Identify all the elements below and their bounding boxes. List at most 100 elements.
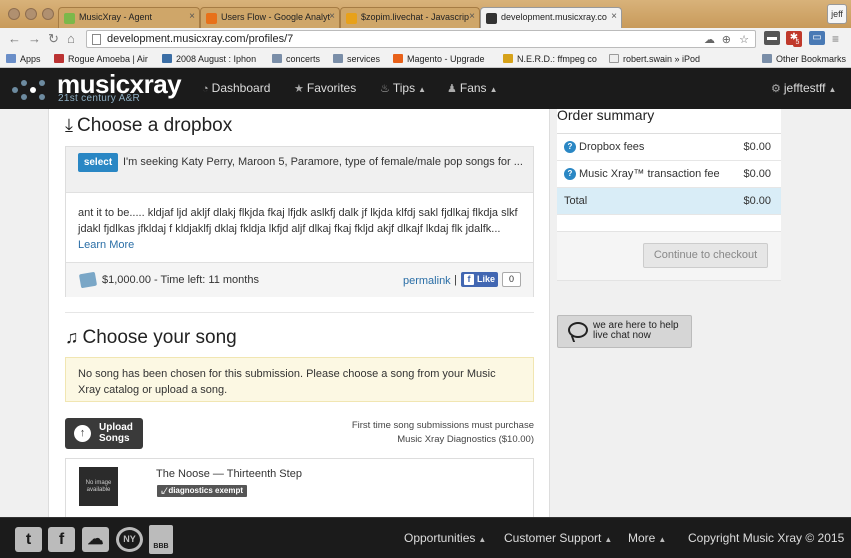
tab-label: development.musicxray.co bbox=[501, 12, 607, 22]
bookmark-item[interactable]: robert.swain » iPod bbox=[609, 53, 700, 65]
tab-label: MusicXray - Agent bbox=[79, 12, 153, 22]
browser-tab[interactable]: Users Flow - Google Analyt × bbox=[200, 7, 340, 28]
apps-grid-icon bbox=[6, 54, 16, 63]
dropbox-footer: $1,000.00 - Time left: 11 months permali… bbox=[66, 262, 533, 297]
gear-icon: ⚙ bbox=[771, 83, 781, 95]
folder-icon bbox=[272, 54, 282, 63]
reload-icon[interactable]: ↻ bbox=[48, 31, 59, 47]
bbb-badge-icon[interactable]: BBB bbox=[149, 525, 173, 554]
minimize-window-icon[interactable] bbox=[25, 8, 37, 20]
bookmarks-bar: Apps Rogue Amoeba | Air 2008 August : Ip… bbox=[0, 50, 851, 68]
nav-dashboard[interactable]: ◔ Dashboard bbox=[202, 81, 270, 95]
nerd-icon bbox=[503, 54, 513, 63]
browser-tab[interactable]: $zopim.livechat - Javascrip × bbox=[340, 7, 480, 28]
twitter-icon[interactable]: t bbox=[15, 527, 42, 552]
address-bar[interactable]: development.musicxray.com/profiles/7 ☁ ⊕… bbox=[86, 30, 756, 48]
bookmark-folder[interactable]: services bbox=[333, 53, 380, 65]
page-favicon-icon bbox=[486, 13, 497, 24]
help-question-icon[interactable]: ? bbox=[564, 141, 576, 153]
order-row: ? Dropbox fees $0.00 bbox=[557, 134, 781, 161]
site-tagline: 21st century A&R bbox=[58, 93, 141, 104]
profile-chip[interactable]: jeff bbox=[827, 4, 847, 24]
bookmark-item[interactable]: Rogue Amoeba | Air bbox=[54, 53, 148, 65]
browser-titlebar: MusicXray - Agent × Users Flow - Google … bbox=[0, 0, 851, 28]
facebook-like-button[interactable]: f Like bbox=[461, 272, 498, 287]
folder-icon bbox=[333, 54, 343, 63]
dropbox-card: select I'm seeking Katy Perry, Maroon 5,… bbox=[65, 146, 534, 297]
diagnostics-exempt-badge: ⌞∕ diagnostics exempt bbox=[157, 485, 247, 497]
keyboard-extension-icon[interactable]: ▬ bbox=[764, 31, 780, 45]
facebook-icon: f bbox=[464, 274, 474, 285]
no-song-notice: No song has been chosen for this submiss… bbox=[65, 357, 534, 402]
nav-user-menu[interactable]: ⚙ jefftestff ▲ bbox=[771, 81, 836, 95]
dashboard-gauge-icon: ◔ bbox=[202, 83, 209, 95]
live-chat-button[interactable]: we are here to help live chat now bbox=[557, 315, 692, 348]
tab-label: Users Flow - Google Analyt bbox=[221, 12, 331, 22]
star-bookmark-icon[interactable]: ☆ bbox=[739, 32, 749, 48]
nav-tips[interactable]: ♨ Tips ▲ bbox=[380, 81, 426, 95]
select-dropbox-button[interactable]: select bbox=[78, 153, 118, 172]
checkout-area: Continue to checkout bbox=[557, 231, 781, 281]
upload-songs-button[interactable]: ↑ Upload Songs bbox=[65, 418, 143, 449]
money-icon bbox=[78, 271, 98, 289]
close-tab-icon[interactable]: × bbox=[189, 11, 195, 22]
browser-tab-active[interactable]: development.musicxray.co × bbox=[480, 7, 622, 28]
bookmark-item[interactable]: 2008 August : Iphon bbox=[162, 53, 256, 65]
nav-fans[interactable]: ♟ Fans ▲ bbox=[447, 81, 497, 95]
order-summary-title: Order summary bbox=[557, 107, 655, 123]
browser-tab[interactable]: MusicXray - Agent × bbox=[58, 7, 200, 28]
bookmark-folder[interactable]: concerts bbox=[272, 53, 320, 65]
site-footer: t f ☁ NY BBB Opportunities ▲ Customer Sup… bbox=[0, 517, 851, 558]
ny-badge-icon[interactable]: NY bbox=[116, 527, 143, 552]
page-icon bbox=[609, 54, 619, 63]
zoom-window-icon[interactable] bbox=[42, 8, 54, 20]
close-tab-icon[interactable]: × bbox=[469, 11, 475, 22]
close-tab-icon[interactable]: × bbox=[611, 11, 617, 22]
bookmark-apps[interactable]: Apps bbox=[6, 53, 41, 65]
footer-opportunities[interactable]: Opportunities ▲ bbox=[404, 531, 486, 545]
song-title: The Noose — Thirteenth Step bbox=[156, 468, 302, 480]
page-icon bbox=[92, 34, 101, 45]
order-summary-table: ? Dropbox fees $0.00 ? Music Xray™ trans… bbox=[557, 133, 781, 215]
dropbox-title: I'm seeking Katy Perry, Maroon 5, Paramo… bbox=[123, 156, 523, 168]
zopim-favicon-icon bbox=[346, 13, 357, 24]
continue-to-checkout-button[interactable]: Continue to checkout bbox=[643, 243, 768, 268]
zoom-icon[interactable]: ⊕ bbox=[722, 32, 731, 48]
caret-up-icon: ▲ bbox=[478, 535, 487, 544]
star-icon: ★ bbox=[294, 83, 304, 95]
footer-more[interactable]: More ▲ bbox=[628, 531, 666, 545]
forward-arrow-icon[interactable]: → bbox=[28, 31, 41, 47]
bookmark-other[interactable]: Other Bookmarks bbox=[762, 53, 846, 65]
chat-bubble-icon bbox=[568, 322, 588, 338]
download-icon: ⤓ bbox=[65, 115, 73, 135]
logo-dots-icon bbox=[12, 78, 46, 102]
caret-down-icon: ▲ bbox=[489, 85, 498, 94]
diagnostics-purchase-note: First time song submissions must purchas… bbox=[351, 420, 534, 445]
nav-favorites[interactable]: ★ Favorites bbox=[294, 81, 356, 95]
s-favicon-icon bbox=[162, 54, 172, 63]
footer-copyright: Copyright Music Xray © 2015 bbox=[688, 531, 845, 545]
learn-more-link[interactable]: Learn More bbox=[78, 239, 134, 251]
permalink-link[interactable]: permalink bbox=[403, 275, 451, 287]
browser-toolbar: ← → ↻ ⌂ development.musicxray.com/profil… bbox=[0, 28, 851, 50]
dropbox-header: select I'm seeking Katy Perry, Maroon 5,… bbox=[66, 147, 533, 193]
screen-extension-icon[interactable]: ▭ bbox=[809, 31, 825, 45]
soundcloud-icon[interactable]: ☁ bbox=[82, 527, 109, 552]
cloud-icon[interactable]: ☁ bbox=[704, 32, 715, 48]
facebook-icon[interactable]: f bbox=[48, 527, 75, 552]
back-arrow-icon[interactable]: ← bbox=[8, 31, 21, 47]
caret-up-icon: ▲ bbox=[658, 535, 667, 544]
help-question-icon[interactable]: ? bbox=[564, 168, 576, 180]
dropbox-section-title: ⤓ Choose a dropbox bbox=[65, 115, 233, 136]
footer-customer-support[interactable]: Customer Support ▲ bbox=[504, 531, 612, 545]
tab-label: $zopim.livechat - Javascrip bbox=[361, 12, 470, 22]
home-icon[interactable]: ⌂ bbox=[67, 31, 75, 47]
close-tab-icon[interactable]: × bbox=[329, 11, 335, 22]
bookmark-item[interactable]: Magento - Upgrade bbox=[393, 53, 485, 65]
dropbox-description: ant it to be..... kldjaf ljd akljf dlakj… bbox=[78, 207, 518, 251]
close-window-icon[interactable] bbox=[8, 8, 20, 20]
menu-icon[interactable]: ≡ bbox=[832, 31, 839, 47]
folder-icon bbox=[762, 54, 772, 63]
song-list-item[interactable]: No image available The Noose — Thirteent… bbox=[65, 458, 534, 517]
bookmark-item[interactable]: N.E.R.D.: ffmpeg co bbox=[503, 53, 597, 65]
